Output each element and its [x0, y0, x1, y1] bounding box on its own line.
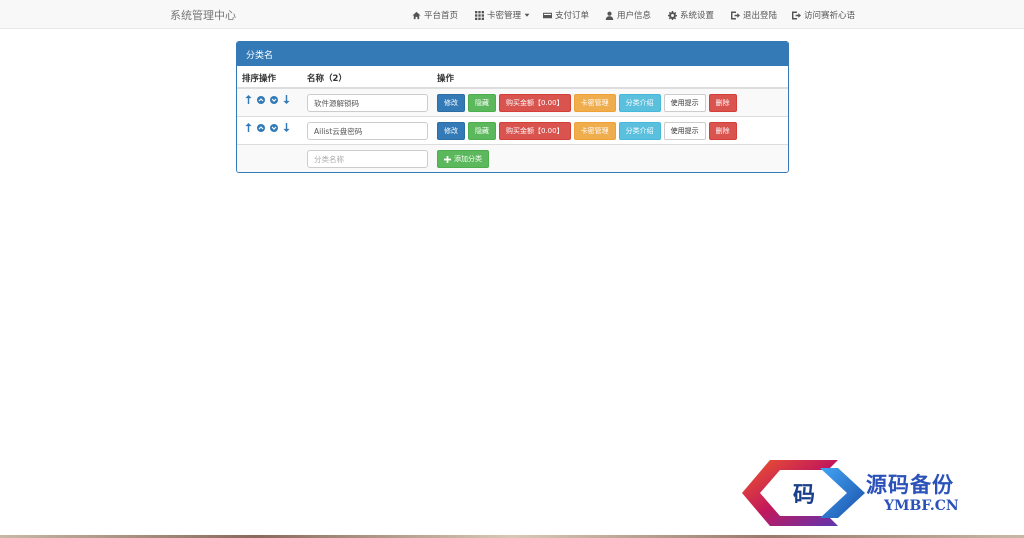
delete-button[interactable]: 删除: [708, 94, 737, 112]
delete-button[interactable]: 删除: [708, 122, 737, 140]
card-icon: [543, 12, 552, 18]
category-intro-button[interactable]: 分类介绍: [618, 122, 661, 140]
brand-title[interactable]: 系统管理中心: [170, 7, 236, 23]
watermark-subtext: YMBF.CN: [884, 498, 959, 514]
chevron-down-circle-icon[interactable]: [270, 123, 278, 132]
chevron-down-circle-icon[interactable]: [270, 95, 278, 104]
new-category-input[interactable]: [307, 150, 428, 168]
hide-button[interactable]: 隐藏: [468, 122, 496, 140]
add-category-row: 添加分类: [237, 145, 788, 172]
nav-home[interactable]: 平台首页: [412, 9, 458, 21]
arrow-down-icon[interactable]: [283, 95, 290, 104]
nav-visit-site[interactable]: 访问赛祈心语: [792, 9, 855, 21]
nav-system-settings-label: 系统设置: [680, 11, 715, 21]
watermark-glyph: 码: [793, 482, 815, 508]
table-row: 修改 隐藏 购买金额【0.00】 卡密管理 分类介绍 使用提示 删除: [237, 89, 788, 117]
usage-tips-button[interactable]: 使用提示: [663, 94, 706, 112]
panel-title: 分类名: [237, 42, 788, 66]
table-row: 修改 隐藏 购买金额【0.00】 卡密管理 分类介绍 使用提示 删除: [237, 117, 788, 145]
grid-icon: [475, 10, 484, 20]
hide-button[interactable]: 隐藏: [468, 94, 496, 112]
arrow-up-icon[interactable]: [245, 123, 252, 132]
card-management-button[interactable]: 卡密管理: [573, 94, 616, 112]
nav-home-label: 平台首页: [424, 11, 459, 21]
category-intro-button[interactable]: 分类介绍: [618, 94, 661, 112]
chevron-up-circle-icon[interactable]: [257, 123, 265, 132]
category-panel: 分类名 排序操作 名称（2） 操作 修改 隐藏 购买金额【0.00】 卡密管理 …: [236, 41, 789, 173]
nav-user-info-label: 用户信息: [617, 11, 652, 21]
plus-icon: [444, 155, 451, 163]
watermark-text: 源码备份: [866, 472, 954, 497]
col-name: 名称（2）: [307, 74, 347, 84]
nav-system-settings[interactable]: 系统设置: [668, 9, 714, 21]
col-actions: 操作: [437, 74, 455, 84]
add-category-button[interactable]: 添加分类: [437, 150, 489, 168]
chevron-up-circle-icon[interactable]: [257, 95, 265, 104]
sort-controls: [245, 95, 290, 104]
sort-controls: [245, 123, 290, 132]
gear-icon: [668, 10, 677, 20]
user-icon: [605, 11, 614, 20]
nav-logout[interactable]: 退出登陆: [731, 9, 777, 21]
top-navbar: 系统管理中心 平台首页 卡密管理 支付订单 用户信息 系统设置 退出登陆 访问赛…: [0, 0, 1024, 29]
edit-button[interactable]: 修改: [437, 122, 465, 140]
col-sort: 排序操作: [242, 74, 277, 84]
add-category-label: 添加分类: [454, 155, 482, 163]
nav-payment-orders-label: 支付订单: [555, 11, 590, 21]
nav-payment-orders[interactable]: 支付订单: [543, 9, 589, 21]
arrow-down-icon[interactable]: [283, 123, 290, 132]
nav-visit-site-label: 访问赛祈心语: [804, 11, 856, 21]
external-icon: [792, 10, 801, 20]
nav-user-info[interactable]: 用户信息: [605, 9, 651, 21]
nav-logout-label: 退出登陆: [743, 11, 778, 21]
nav-card-management-label: 卡密管理: [487, 11, 522, 21]
caret-down-icon: [524, 13, 530, 17]
price-button[interactable]: 购买金额【0.00】: [499, 94, 571, 112]
nav-card-management[interactable]: 卡密管理: [475, 9, 530, 21]
home-icon: [412, 11, 421, 19]
category-name-input[interactable]: [307, 94, 428, 112]
arrow-up-icon[interactable]: [245, 95, 252, 104]
category-name-input[interactable]: [307, 122, 428, 140]
logout-icon: [731, 10, 740, 20]
edit-button[interactable]: 修改: [437, 94, 465, 112]
row-actions: 修改 隐藏 购买金额【0.00】 卡密管理 分类介绍 使用提示 删除: [437, 122, 737, 140]
row-actions: 修改 隐藏 购买金额【0.00】 卡密管理 分类介绍 使用提示 删除: [437, 94, 737, 112]
usage-tips-button[interactable]: 使用提示: [663, 122, 706, 140]
table-header: 排序操作 名称（2） 操作: [237, 66, 788, 89]
price-button[interactable]: 购买金额【0.00】: [499, 122, 571, 140]
card-management-button[interactable]: 卡密管理: [573, 122, 616, 140]
